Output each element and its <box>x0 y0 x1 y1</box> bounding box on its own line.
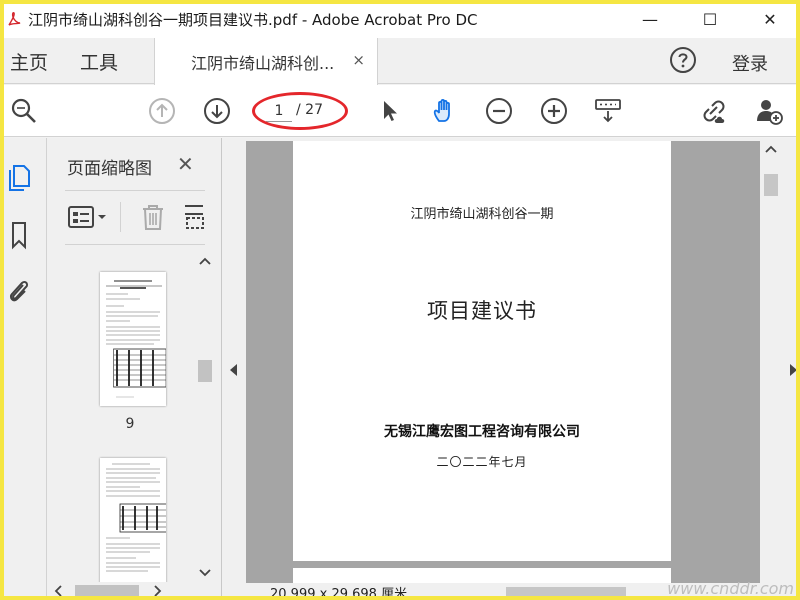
title-bar: 江阴市绮山湖科创谷一期项目建议书.pdf - Adobe Acrobat Pro… <box>0 0 800 38</box>
thumbnail-label: 9 <box>125 416 135 432</box>
select-cursor-icon[interactable] <box>376 97 404 125</box>
delete-page-icon[interactable] <box>139 202 167 232</box>
document-vertical-scrollbar[interactable] <box>760 138 782 583</box>
panel-tools-divider <box>65 244 205 245</box>
acrobat-logo-icon <box>0 0 28 38</box>
thumbnail-preview <box>106 280 167 398</box>
zoom-in-icon[interactable] <box>540 97 568 125</box>
tab-document[interactable]: 江阴市绮山湖科创... × <box>154 38 378 85</box>
scroll-down-icon[interactable] <box>199 568 211 578</box>
document-company: 无锡江鹰宏图工程咨询有限公司 <box>384 424 580 440</box>
pdf-page: 江阴市绮山湖科创谷一期 项目建议书 无锡江鹰宏图工程咨询有限公司 二〇二二年七月 <box>293 141 671 561</box>
tool-separator <box>120 202 121 232</box>
attachment-icon[interactable] <box>6 276 32 306</box>
thumbnails-panel: 页面缩略图 ✕ 9 <box>47 138 222 600</box>
minimize-button[interactable]: — <box>620 0 680 38</box>
page-down-icon[interactable] <box>203 97 231 125</box>
panel-title: 页面缩略图 <box>67 159 152 179</box>
tab-home[interactable]: 主页 <box>10 48 48 75</box>
highlight-ellipse <box>252 92 348 130</box>
scroll-left-icon[interactable] <box>53 585 63 597</box>
document-hscroll-thumb[interactable] <box>506 587 626 597</box>
thumbnail-vertical-scrollbar[interactable] <box>196 252 214 582</box>
bookmark-icon[interactable] <box>6 220 32 250</box>
help-icon[interactable] <box>669 46 697 74</box>
document-viewer[interactable]: 江阴市绮山湖科创谷一期 项目建议书 无锡江鹰宏图工程咨询有限公司 二〇二二年七月 <box>246 141 760 583</box>
scroll-right-icon[interactable] <box>153 585 163 597</box>
close-panel-icon[interactable]: ✕ <box>177 152 194 176</box>
thumbnail-preview <box>106 463 171 572</box>
thumbnail-options-icon[interactable] <box>67 202 111 232</box>
zoom-out-icon[interactable] <box>485 97 513 125</box>
login-button[interactable]: 登录 <box>732 50 768 76</box>
tab-tools[interactable]: 工具 <box>80 48 118 75</box>
page-up-icon[interactable] <box>148 97 176 125</box>
next-pdf-page <box>293 568 671 583</box>
keyboard-tool-icon[interactable] <box>594 97 622 125</box>
page-thumbnail[interactable] <box>100 272 167 406</box>
document-title: 项目建议书 <box>427 299 537 323</box>
extract-page-icon[interactable] <box>183 202 207 232</box>
thumbnail-horizontal-scrollbar[interactable] <box>47 582 214 600</box>
collapse-left-panel-icon[interactable] <box>230 364 237 376</box>
window-title: 江阴市绮山湖科创谷一期项目建议书.pdf - Adobe Acrobat Pro… <box>28 10 478 29</box>
add-user-icon[interactable] <box>755 97 783 125</box>
collapse-right-panel-icon[interactable] <box>790 364 797 376</box>
maximize-button[interactable]: ☐ <box>680 0 740 38</box>
document-area: 江阴市绮山湖科创谷一期 项目建议书 无锡江鹰宏图工程咨询有限公司 二〇二二年七月… <box>222 138 800 600</box>
hand-tool-icon[interactable] <box>430 97 458 125</box>
page-size-readout: 20.999 x 29.698 厘米 <box>270 587 408 600</box>
close-window-button[interactable]: ✕ <box>740 0 800 38</box>
search-zoom-icon[interactable] <box>10 97 38 125</box>
side-rail <box>0 138 47 600</box>
watermark-text: www.cnddr.com <box>667 579 794 598</box>
document-tab-label: 江阴市绮山湖科创... <box>191 53 335 73</box>
thumbnail-hscroll-thumb[interactable] <box>75 585 139 597</box>
scroll-up-icon[interactable] <box>199 256 211 266</box>
document-scroll-thumb[interactable] <box>764 174 778 196</box>
thumbnail-list: 9 <box>65 252 195 582</box>
document-project-name: 江阴市绮山湖科创谷一期 <box>410 207 554 222</box>
page-thumbnail[interactable] <box>100 458 171 582</box>
panel-divider <box>65 190 205 191</box>
page-thumbnails-icon[interactable] <box>6 162 32 192</box>
doc-scroll-up-icon[interactable] <box>765 144 777 154</box>
share-link-icon[interactable] <box>700 97 728 125</box>
thumbnail-scroll-thumb[interactable] <box>198 360 212 382</box>
toolbar: / 27 <box>0 85 800 137</box>
document-date: 二〇二二年七月 <box>436 455 528 469</box>
close-tab-icon[interactable]: × <box>352 51 365 69</box>
